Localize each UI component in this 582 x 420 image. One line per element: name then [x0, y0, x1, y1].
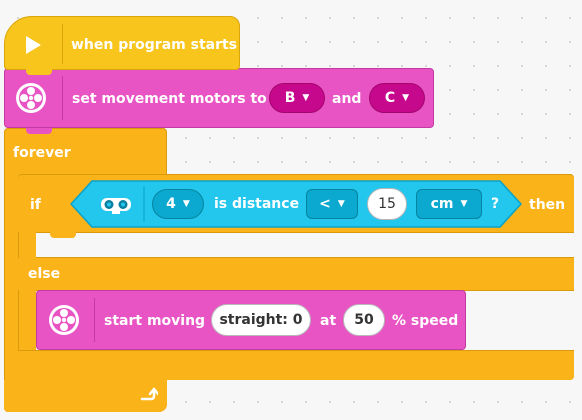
set-motors-notch: [26, 128, 52, 134]
if-slot-notch: [50, 232, 76, 238]
motor-pair-icon: [14, 81, 48, 119]
question-mark-label: ?: [491, 196, 500, 212]
speed-unit-label: % speed: [392, 313, 459, 329]
distance-value-input[interactable]: 15: [367, 188, 407, 220]
forever-label: forever: [13, 145, 71, 161]
speed-value: 50: [354, 312, 374, 328]
start-moving-divider: [94, 298, 95, 342]
speed-input[interactable]: 50: [343, 304, 385, 336]
else-bar: [18, 258, 574, 290]
motor-port-right-dropdown[interactable]: C ▼: [369, 83, 425, 113]
chevron-down-icon: ▼: [337, 199, 345, 209]
if-else-bottom: [18, 350, 574, 380]
set-motors-label: set movement motors to: [72, 91, 267, 107]
chevron-down-icon: ▼: [460, 199, 468, 209]
motor-port-left-value: B: [284, 90, 296, 106]
at-label: at: [320, 313, 337, 329]
unit-value: cm: [430, 196, 454, 212]
if-label: if: [30, 197, 41, 213]
sensor-port-value: 4: [166, 196, 176, 212]
motor-port-left-dropdown[interactable]: B ▼: [269, 83, 325, 113]
start-hat-notch: [26, 69, 52, 75]
loop-arrow-icon: [138, 386, 160, 408]
chevron-down-icon: ▼: [182, 199, 190, 209]
play-icon: [24, 35, 42, 59]
sensor-port-dropdown[interactable]: 4 ▼: [152, 189, 204, 219]
comparator-value: <: [319, 196, 331, 212]
direction-input[interactable]: straight: 0: [211, 304, 311, 336]
chevron-down-icon: ▼: [402, 93, 410, 103]
direction-value: straight: 0: [219, 312, 303, 328]
set-motors-divider: [62, 76, 63, 120]
start-moving-label: start moving: [104, 313, 206, 329]
motor-pair-icon: [47, 303, 81, 341]
comparator-dropdown[interactable]: < ▼: [306, 189, 358, 219]
if-empty-slot[interactable]: [36, 232, 574, 258]
start-hat-divider: [62, 24, 63, 64]
distance-value: 15: [378, 196, 396, 212]
unit-dropdown[interactable]: cm ▼: [416, 189, 482, 219]
and-label: and: [332, 91, 362, 107]
is-distance-label: is distance: [214, 196, 300, 212]
motor-port-right-value: C: [384, 90, 396, 106]
then-label: then: [529, 197, 566, 213]
start-hat-label: when program starts: [71, 37, 238, 53]
else-label: else: [28, 266, 61, 282]
distance-sensor-icon: [98, 193, 134, 219]
chevron-down-icon: ▼: [302, 93, 310, 103]
